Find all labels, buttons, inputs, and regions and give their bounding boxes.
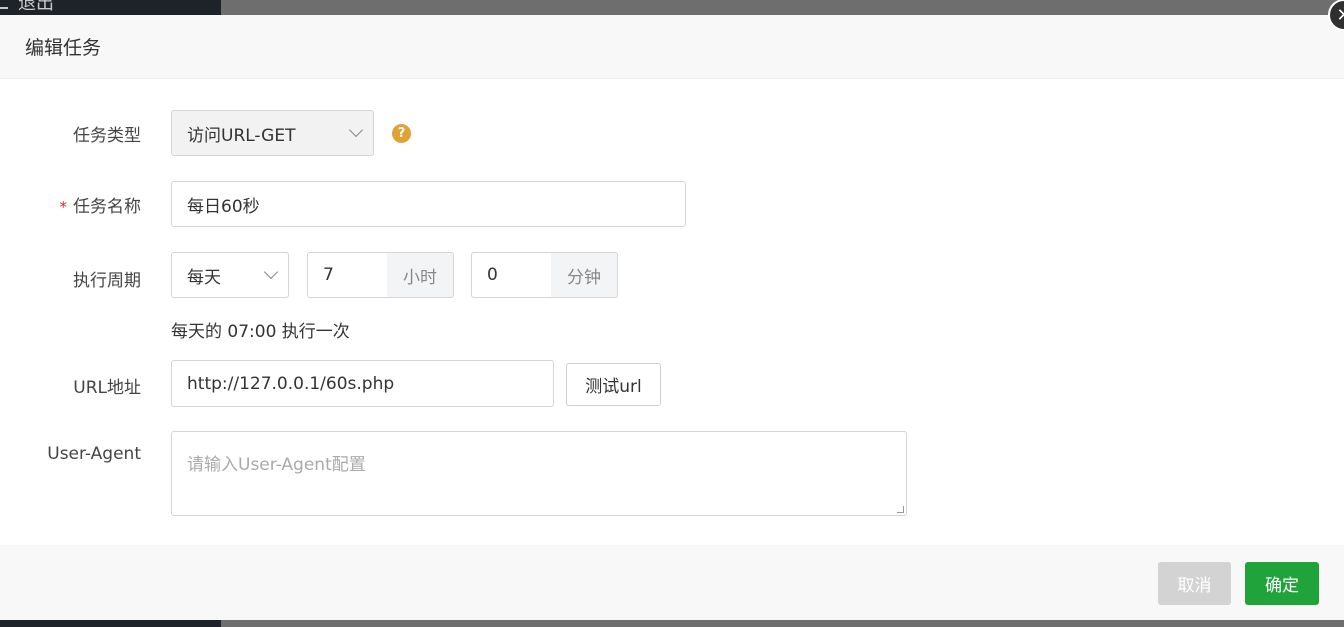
dialog-title: 编辑任务 — [25, 37, 102, 59]
confirm-button[interactable]: 确定 — [1245, 562, 1319, 605]
logout-menu-item: 退出 — [0, 0, 54, 14]
schedule-label: 执行周期 — [73, 271, 141, 291]
resize-handle[interactable] — [897, 506, 904, 513]
test-url-button[interactable]: 测试url — [566, 363, 661, 406]
hour-input[interactable]: 7 — [307, 252, 388, 298]
url-row: URL地址 — [0, 373, 141, 398]
period-value: 每天 — [187, 267, 221, 288]
task-name-row: * 任务名称 — [0, 192, 142, 217]
user-agent-placeholder: 请输入User-Agent配置 — [187, 455, 366, 475]
period-select[interactable]: 每天 — [171, 252, 289, 298]
required-mark: * — [59, 198, 68, 216]
logout-label: 退出 — [18, 0, 54, 14]
schedule-summary: 每天的 07:00 执行一次 — [171, 322, 350, 342]
dialog-header: 编辑任务 — [0, 15, 1344, 79]
task-type-label: 任务类型 — [73, 126, 141, 146]
url-label: URL地址 — [73, 378, 141, 398]
dialog-footer: 取消 确定 — [0, 545, 1344, 620]
task-type-select[interactable]: 访问URL-GET — [171, 110, 374, 156]
task-name-value: 每日60秒 — [187, 196, 260, 217]
task-name-input[interactable]: 每日60秒 — [171, 181, 686, 227]
user-agent-row: User-Agent — [0, 444, 141, 464]
help-icon[interactable]: ? — [392, 124, 411, 143]
minute-input[interactable]: 0 — [471, 252, 552, 298]
url-value: http://127.0.0.1/60s.php — [187, 373, 395, 394]
url-input[interactable]: http://127.0.0.1/60s.php — [171, 360, 554, 407]
task-type-value: 访问URL-GET — [187, 125, 296, 146]
background-overlay-top — [221, 0, 1344, 15]
user-agent-textarea[interactable]: 请输入User-Agent配置 — [171, 431, 907, 516]
schedule-row: 执行周期 — [0, 266, 141, 291]
chevron-down-icon — [348, 122, 364, 138]
logout-icon — [0, 0, 8, 9]
task-type-row: 任务类型 — [0, 121, 141, 146]
hour-value: 7 — [323, 265, 334, 285]
background-overlay-bottom — [221, 620, 1344, 627]
cancel-button[interactable]: 取消 — [1158, 562, 1231, 605]
close-icon: ✕ — [1336, 5, 1344, 26]
chevron-down-icon — [263, 264, 279, 280]
minute-value: 0 — [487, 265, 498, 285]
edit-task-dialog: 编辑任务 ✕ 任务类型 访问URL-GET ? *任务名称 每日60秒 执行周期… — [0, 0, 1344, 620]
user-agent-label: User-Agent — [47, 444, 141, 464]
minute-unit-addon: 分钟 — [551, 252, 618, 298]
hour-unit-addon: 小时 — [387, 252, 454, 298]
task-name-label: * 任务名称 — [59, 197, 142, 217]
